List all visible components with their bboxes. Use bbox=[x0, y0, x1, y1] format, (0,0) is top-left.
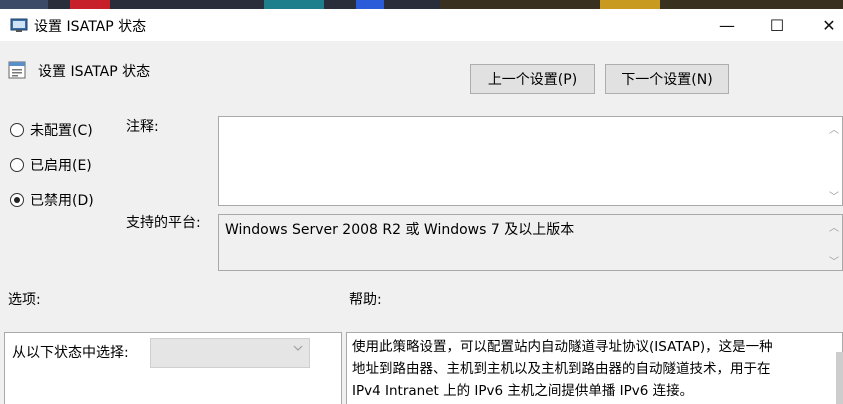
taskbar-strip bbox=[0, 0, 843, 9]
scroll-up-arrow-icon[interactable]: ︿ bbox=[829, 219, 839, 234]
comment-textarea[interactable]: ︿ ﹀ bbox=[218, 116, 843, 206]
radio-circle[interactable] bbox=[10, 123, 24, 137]
chevron-down-icon bbox=[293, 345, 303, 351]
comment-label: 注释: bbox=[126, 119, 159, 135]
radio-disabled[interactable]: 已禁用(D) bbox=[10, 190, 94, 210]
options-label: 选项: bbox=[8, 292, 41, 308]
help-text: 使用此策略设置，可以配置站内自动隧道寻址协议(ISATAP)，这是一种 地址到路… bbox=[352, 336, 832, 402]
policy-setting-icon bbox=[8, 61, 26, 79]
radio-enabled[interactable]: 已启用(E) bbox=[10, 155, 92, 175]
help-line: IPv4 Intranet 上的 IPv6 主机之间提供单播 IPv6 连接。 bbox=[352, 383, 694, 399]
minimize-button[interactable]: — bbox=[704, 9, 750, 41]
scroll-down-arrow-icon[interactable]: ﹀ bbox=[829, 188, 839, 203]
help-line: 地址到路由器、主机到主机以及主机到路由器的自动隧道技术，用于在 bbox=[352, 361, 771, 377]
radio-circle[interactable] bbox=[10, 193, 24, 207]
scroll-down-arrow-icon[interactable]: ﹀ bbox=[829, 253, 839, 268]
radio-not-configured[interactable]: 未配置(C) bbox=[10, 120, 93, 140]
setting-title: 设置 ISATAP 状态 bbox=[38, 64, 151, 80]
title-bar: 设置 ISATAP 状态 — ☐ ✕ bbox=[0, 9, 843, 41]
help-label: 帮助: bbox=[349, 292, 382, 308]
radio-label: 已启用(E) bbox=[30, 158, 92, 174]
platform-value: Windows Server 2008 R2 或 Windows 7 及以上版本 bbox=[225, 222, 575, 238]
help-scrollbar-thumb[interactable] bbox=[836, 352, 843, 404]
policy-window-icon bbox=[10, 18, 28, 32]
maximize-button[interactable]: ☐ bbox=[754, 9, 800, 41]
platform-label: 支持的平台: bbox=[126, 215, 201, 231]
state-select-label: 从以下状态中选择: bbox=[12, 345, 129, 361]
window-title: 设置 ISATAP 状态 bbox=[34, 19, 147, 35]
help-line: 使用此策略设置，可以配置站内自动隧道寻址协议(ISATAP)，这是一种 bbox=[352, 339, 773, 355]
scroll-up-arrow-icon[interactable]: ︿ bbox=[829, 121, 839, 136]
previous-setting-button[interactable]: 上一个设置(P) bbox=[470, 64, 595, 94]
radio-circle[interactable] bbox=[10, 158, 24, 172]
next-setting-button[interactable]: 下一个设置(N) bbox=[605, 64, 729, 94]
close-button[interactable]: ✕ bbox=[806, 9, 843, 41]
radio-label: 未配置(C) bbox=[30, 123, 93, 139]
state-select[interactable] bbox=[150, 338, 310, 368]
radio-label: 已禁用(D) bbox=[30, 193, 94, 209]
